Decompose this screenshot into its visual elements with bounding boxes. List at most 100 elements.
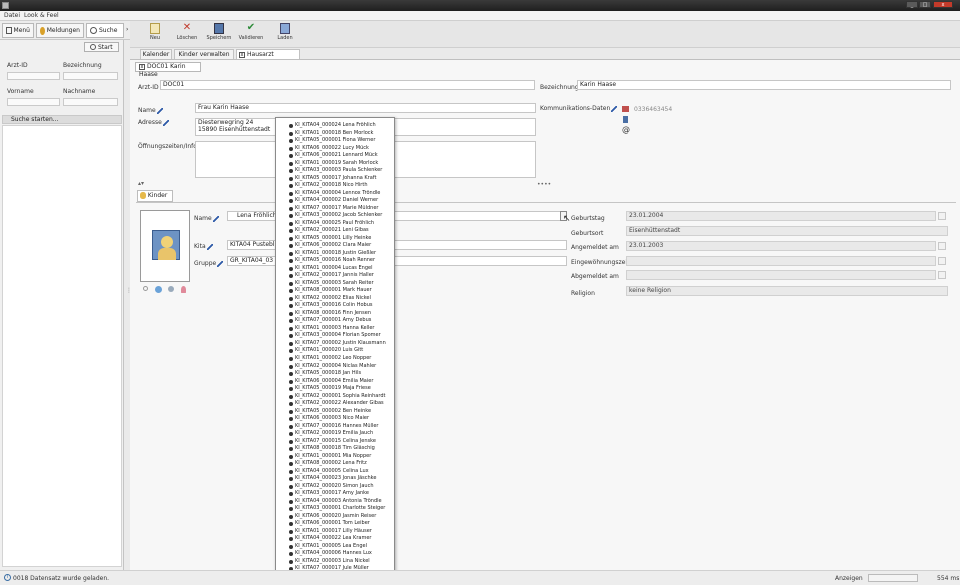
child-list-item[interactable]: KI_KITA05_000018 Jan Hils: [289, 370, 394, 378]
child-list-item[interactable]: KI_KITA02_000004 Niclas Mahler: [289, 363, 394, 371]
child-selection-popup[interactable]: KI_KITA04_000024 Lena Fröhlich KI_KITA01_…: [275, 117, 395, 584]
vorname-search-input[interactable]: [7, 98, 60, 106]
angemeldet-input[interactable]: 23.01.2003: [626, 241, 936, 251]
child-list-item[interactable]: KI_KITA05_000001 Lilly Heinke: [289, 235, 394, 243]
child-list-item[interactable]: KI_KITA03_000016 Colin Hobus: [289, 302, 394, 310]
meldungen-button[interactable]: Meldungen: [36, 23, 84, 38]
child-list-item[interactable]: KI_KITA01_000018 Justin Gießler: [289, 250, 394, 258]
close-tab-icon[interactable]: x: [239, 52, 245, 58]
child-list-item[interactable]: KI_KITA08_000001 Mark Hauer: [289, 287, 394, 295]
child-list-item[interactable]: KI_KITA05_000003 Sarah Reiter: [289, 280, 394, 288]
child-list-item[interactable]: KI_KITA05_000016 Noah Renner: [289, 257, 394, 265]
child-list-item[interactable]: KI_KITA04_000006 Hannes Lux: [289, 550, 394, 558]
child-list-item[interactable]: KI_KITA02_000022 Alexander Gibas: [289, 400, 394, 408]
geburtsort-input[interactable]: Eisenhüttenstadt: [626, 226, 948, 236]
edit-pencil-icon[interactable]: [611, 105, 618, 112]
link-icon[interactable]: [155, 286, 162, 293]
name-input[interactable]: Frau Karin Haase: [195, 103, 536, 113]
child-list-item[interactable]: KI_KITA04_000005 Celina Lux: [289, 468, 394, 476]
child-list-item[interactable]: KI_KITA03_000001 Charlotte Steiger: [289, 505, 394, 513]
edit-pencil-icon[interactable]: [212, 215, 219, 222]
arzt-id-input[interactable]: DOC01: [160, 80, 535, 90]
child-list-item[interactable]: KI_KITA05_000017 Johanna Kraft: [289, 175, 394, 183]
child-list-item[interactable]: KI_KITA01_000020 Luis Gitt: [289, 347, 394, 355]
close-icon[interactable]: x: [933, 1, 953, 8]
child-list-item[interactable]: KI_KITA01_000005 Lea Engel: [289, 543, 394, 551]
nachname-search-input[interactable]: [63, 98, 118, 106]
maximize-icon[interactable]: □: [919, 1, 931, 8]
child-list-item[interactable]: KI_KITA08_000016 Finn Jensen: [289, 310, 394, 318]
start-search-button[interactable]: Start: [84, 42, 119, 52]
child-list-item[interactable]: KI_KITA05_000002 Ben Heinke: [289, 408, 394, 416]
edit-pencil-icon[interactable]: [156, 107, 163, 114]
tab-hausarzt-verwalten[interactable]: xHausarzt verwalten: [236, 49, 300, 67]
child-list-item[interactable]: KI_KITA01_000003 Hanna Keller: [289, 325, 394, 333]
child-list-item[interactable]: KI_KITA01_000002 Leo Nopper: [289, 355, 394, 363]
child-list-item[interactable]: KI_KITA07_000017 Marie Müldner: [289, 205, 394, 213]
collapse-arrows-icon[interactable]: ▴▾: [138, 180, 144, 187]
religion-input[interactable]: keine Religion: [626, 286, 948, 296]
child-list-item[interactable]: KI_KITA08_000018 Tim Gläschig: [289, 445, 394, 453]
suche-button[interactable]: Suche: [86, 23, 124, 38]
menu-look-and-feel[interactable]: Look & Feel: [24, 12, 59, 19]
validate-button[interactable]: ✔ Validieren: [236, 23, 266, 46]
search-start-row[interactable]: Suche starten...: [2, 115, 122, 124]
chevron-right-icon[interactable]: ›: [126, 26, 128, 33]
child-list-item[interactable]: KI_KITA07_000001 Amy Debus: [289, 317, 394, 325]
child-list-item[interactable]: KI_KITA05_000019 Maja Friese: [289, 385, 394, 393]
search-results-list[interactable]: [2, 125, 122, 567]
calendar-icon[interactable]: [938, 257, 946, 265]
child-list-item[interactable]: KI_KITA03_000017 Amy Janke: [289, 490, 394, 498]
bezeichnung-search-input[interactable]: [63, 72, 118, 80]
child-list-item[interactable]: KI_KITA02_000001 Sophia Reinhardt: [289, 393, 394, 401]
tab-kinder[interactable]: Kinder: [137, 190, 173, 202]
child-list-item[interactable]: KI_KITA07_000015 Celina Jenske: [289, 438, 394, 446]
child-list-item[interactable]: KI_KITA01_000017 Lilly Häuser: [289, 528, 394, 536]
remove-photo-icon[interactable]: [181, 286, 186, 293]
side-splitter-handle[interactable]: ⋮: [126, 287, 132, 294]
child-list-item[interactable]: KI_KITA01_000004 Lucas Engel: [289, 265, 394, 273]
delete-button[interactable]: ✕ Löschen: [172, 23, 202, 46]
child-list-item[interactable]: KI_KITA06_000001 Tom Leiber: [289, 520, 394, 528]
child-list-item[interactable]: KI_KITA02_000021 Leni Gibas: [289, 227, 394, 235]
child-list-item[interactable]: KI_KITA01_000019 Sarah Morlock: [289, 160, 394, 168]
child-list-item[interactable]: KI_KITA04_000023 Jonas Jäschke: [289, 475, 394, 483]
calendar-icon[interactable]: [938, 271, 946, 279]
child-list-item[interactable]: KI_KITA04_000022 Lea Kramer: [289, 535, 394, 543]
bezeichnung-input[interactable]: Karin Haase: [577, 80, 951, 90]
child-list-item[interactable]: KI_KITA03_000004 Florian Spomer: [289, 332, 394, 340]
child-list-item[interactable]: KI_KITA06_000003 Nico Maier: [289, 415, 394, 423]
load-button[interactable]: Laden: [270, 23, 300, 46]
child-list-item[interactable]: KI_KITA02_000003 Lina Nickel: [289, 558, 394, 566]
edit-pencil-icon[interactable]: [206, 243, 213, 250]
child-list-item[interactable]: KI_KITA06_000021 Lennard Mück: [289, 152, 394, 160]
child-list-item[interactable]: KI_KITA02_000019 Emilia Jauch: [289, 430, 394, 438]
child-list-item[interactable]: KI_KITA04_000003 Antonia Tröndle: [289, 498, 394, 506]
child-list-item[interactable]: KI_KITA04_000002 Daniel Werner: [289, 197, 394, 205]
menu-button[interactable]: Menü: [2, 23, 34, 38]
child-list-item[interactable]: KI_KITA02_000017 Jannis Haller: [289, 272, 394, 280]
child-list-item[interactable]: KI_KITA07_000002 Justin Klausmann: [289, 340, 394, 348]
child-list-item[interactable]: KI_KITA06_000004 Emilia Maier: [289, 378, 394, 386]
tab-kinder-verwalten[interactable]: Kinder verwalten: [174, 49, 234, 59]
edit-pencil-icon[interactable]: [217, 260, 224, 267]
edit-pencil-icon[interactable]: [162, 119, 169, 126]
child-list-item[interactable]: KI_KITA02_000018 Nico Hirth: [289, 182, 394, 190]
close-document-icon[interactable]: x: [139, 64, 145, 70]
child-list-item[interactable]: KI_KITA06_000002 Clara Maier: [289, 242, 394, 250]
geburtstag-input[interactable]: 23.01.2004: [626, 211, 936, 221]
child-list-item[interactable]: KI_KITA03_000003 Paula Schlenker: [289, 167, 394, 175]
child-list-item[interactable]: KI_KITA05_000001 Fiona Werner: [289, 137, 394, 145]
minimize-icon[interactable]: _: [906, 1, 918, 8]
child-list-item[interactable]: KI_KITA06_000020 Jasmin Reiser: [289, 513, 394, 521]
child-list-item[interactable]: KI_KITA02_000020 Simon Jauch: [289, 483, 394, 491]
abgemeldet-input[interactable]: [626, 270, 936, 280]
child-list-item[interactable]: KI_KITA08_000002 Lena Fritz: [289, 460, 394, 468]
calendar-icon[interactable]: [938, 242, 946, 250]
save-button[interactable]: Speichern: [204, 23, 234, 46]
radio-icon[interactable]: [143, 286, 148, 291]
menu-datei[interactable]: Datei: [4, 12, 20, 19]
child-list-item[interactable]: KI_KITA03_000002 Jacob Schlenker: [289, 212, 394, 220]
add-photo-icon[interactable]: [168, 286, 174, 292]
arzt-id-search-input[interactable]: [7, 72, 60, 80]
